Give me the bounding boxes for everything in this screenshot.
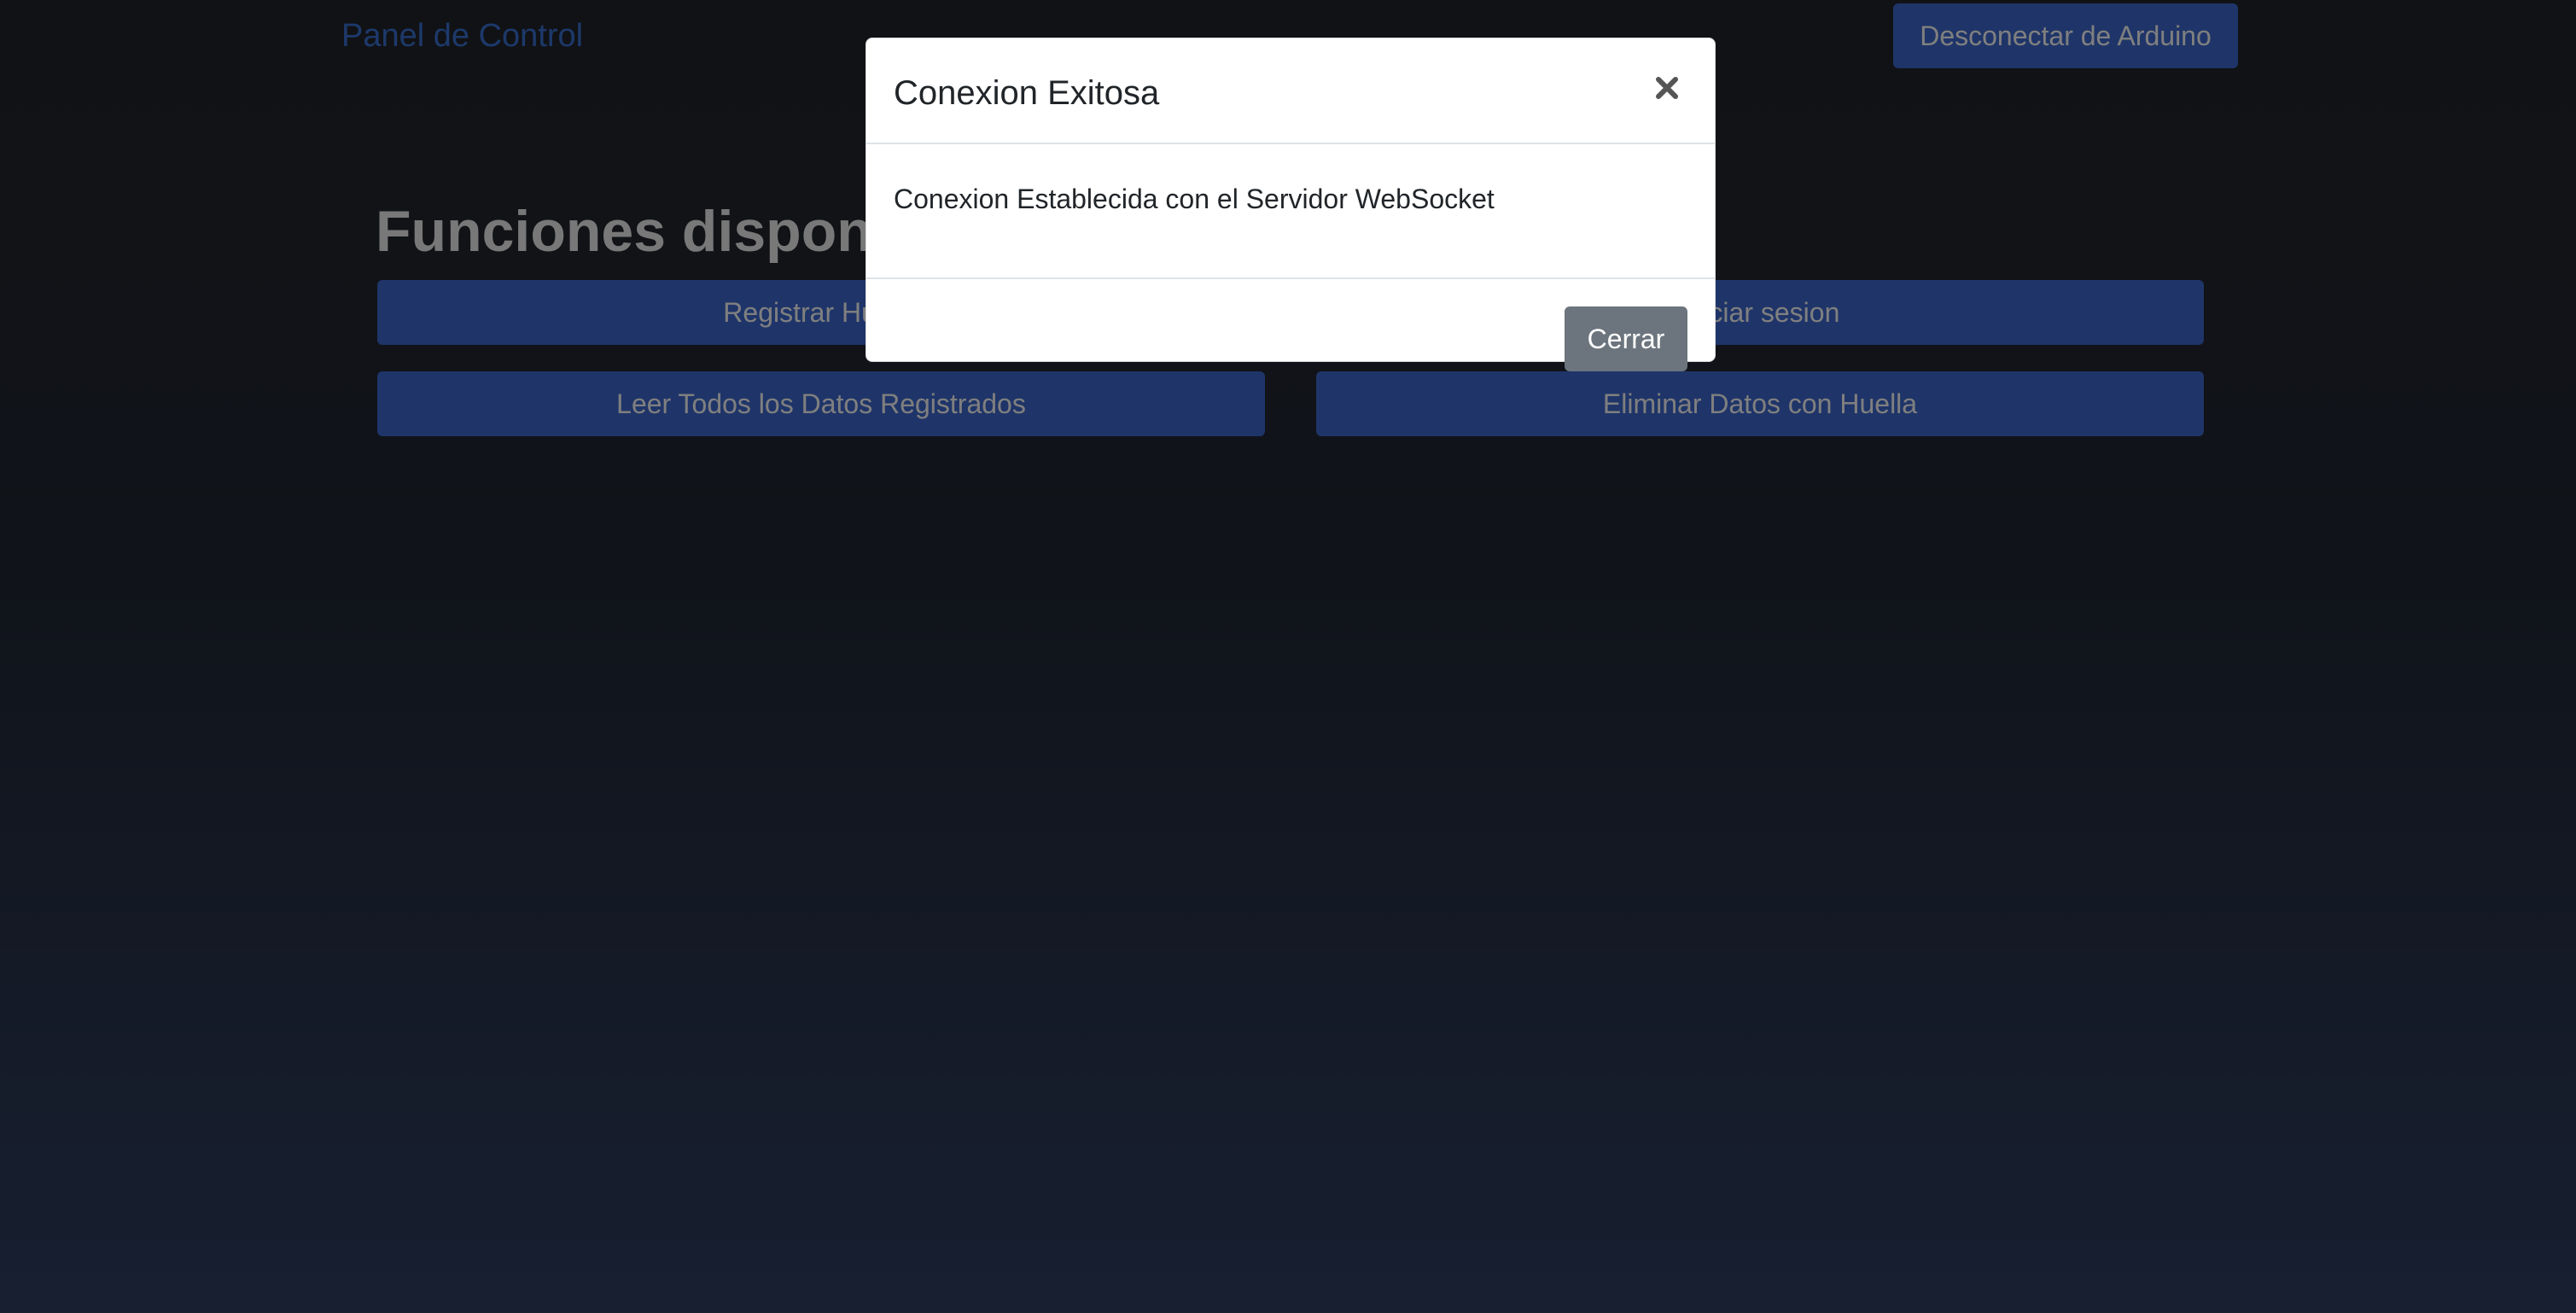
modal-message: Conexion Establecida con el Servidor Web…	[894, 184, 1495, 214]
modal-header: Conexion Exitosa	[866, 38, 1715, 144]
modal-body: Conexion Establecida con el Servidor Web…	[866, 144, 1715, 279]
modal-footer: Cerrar	[866, 279, 1715, 371]
close-button[interactable]: Cerrar	[1565, 306, 1687, 371]
modal-close-button[interactable]	[1643, 64, 1691, 112]
close-icon	[1656, 77, 1678, 99]
modal-title: Conexion Exitosa	[894, 74, 1160, 112]
connection-success-modal: Conexion Exitosa Conexion Establecida co…	[865, 38, 1716, 371]
